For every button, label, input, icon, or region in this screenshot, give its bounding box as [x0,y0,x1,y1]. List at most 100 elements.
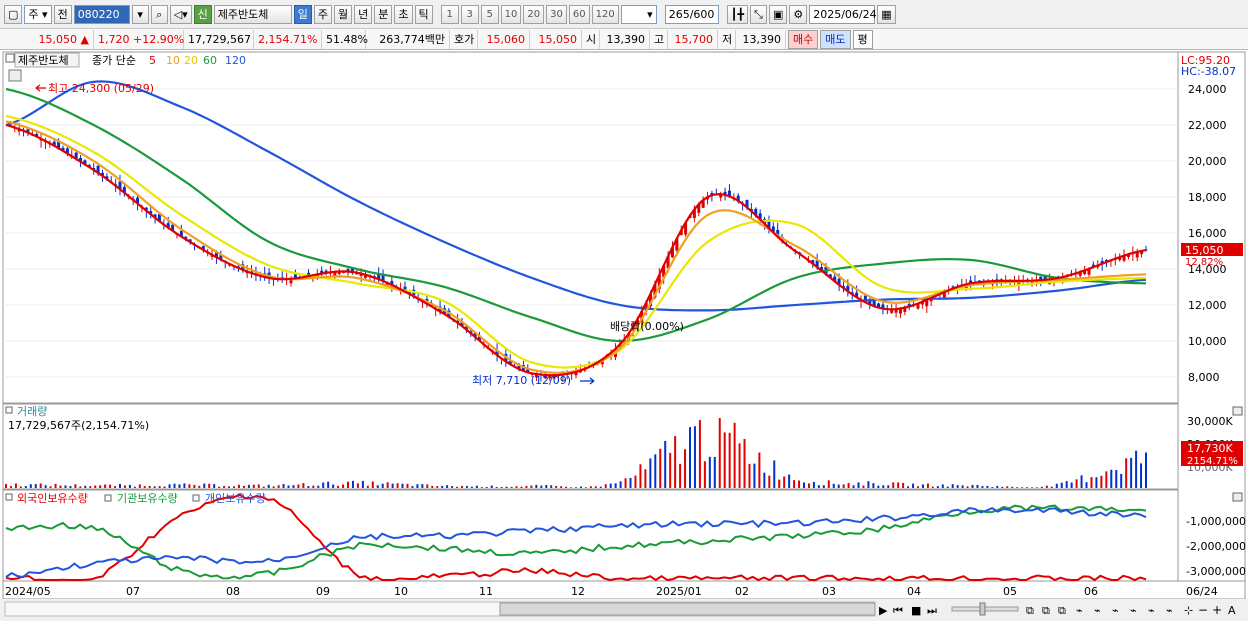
custom-interval-input[interactable]: ▾ [620,4,657,24]
window-icon[interactable]: ▢ [4,4,23,24]
date-input[interactable]: 2025/06/24 [809,4,877,24]
calculator-icon[interactable] [8,69,22,82]
x-tick: 02 [735,585,749,598]
volume-bar [550,485,553,488]
tab-year[interactable]: 년 [354,4,373,24]
interval-3[interactable]: 3 [460,4,479,24]
volume-bar [109,484,112,488]
holdings-panel-close-icon[interactable] [1232,492,1243,502]
new-badge[interactable]: 신 [193,4,212,24]
sound-icon[interactable]: ◁▾ [169,4,192,24]
volume-bar [1115,469,1118,488]
volume-bar [1105,471,1108,488]
interval-20[interactable]: 20 [523,4,545,24]
zoom-out-icon[interactable]: − [1198,603,1208,617]
zoom-in-icon[interactable]: + [1212,603,1222,617]
sell-button[interactable]: 매도 [820,29,851,49]
volume-bar [579,486,582,488]
chart-type-icon[interactable]: ⌁ [1130,604,1137,617]
x-tick: 03 [822,585,836,598]
x-tick: 2025/01 [656,585,702,598]
tab-tick[interactable]: 틱 [414,4,433,24]
volume-bar [386,482,389,488]
flat-button[interactable]: 평 [852,29,873,49]
volume-bar [966,486,969,488]
volume-value-label: 17,729,567주(2,154.71%) [8,419,149,432]
stock-code-input[interactable]: 080220 [73,4,130,24]
volume-bar [24,486,27,488]
volume-panel-close-icon[interactable] [1232,406,1243,416]
volume-bar [897,482,900,488]
chart-type-icon[interactable]: ⌁ [1076,604,1083,617]
layout-icon[interactable]: ⧉ [1058,604,1066,617]
tab-minute[interactable]: 분 [374,4,393,24]
volume-bar [832,483,835,488]
volume-bar [361,480,364,488]
text-tool-icon[interactable]: A [1228,604,1236,617]
chart-type-icon[interactable]: ⌁ [1112,604,1119,617]
volume-bar [758,452,761,488]
volume-bar [173,483,176,488]
chart-svg[interactable]: 제주반도체 종가 단순 5 10 20 60 120 LC:95.20 HC:-… [0,50,1248,621]
volume-bar [153,486,156,488]
period-type-select[interactable]: 주 ▾ [24,4,52,24]
interval-1[interactable]: 1 [440,4,459,24]
scroll-right-icon[interactable]: ▶ [879,604,888,617]
volume-bar [540,485,543,488]
volume-bar [262,486,265,488]
volume-bar [644,469,647,488]
bar-count-field[interactable]: 265/600 [664,4,719,24]
interval-5[interactable]: 5 [480,4,499,24]
volume-bar [287,485,290,488]
volume-bar [1100,475,1103,488]
draw-tools-icon[interactable]: ⤡ [749,4,767,24]
volume-bar [233,486,235,488]
volume-bar [337,485,340,488]
volume-bar [703,461,706,488]
x-tick: 04 [907,585,921,598]
tab-month[interactable]: 월 [334,4,353,24]
x-tick: 07 [126,585,140,598]
quote-bar: 15,050 ▲ 1,720 +12.90% 17,729,567 2,154.… [0,29,1248,50]
volume-bar [981,486,984,488]
volume-bar [986,485,989,488]
candle-icon[interactable]: ┃╋ [726,4,748,24]
layout-icon[interactable]: ⧉ [1042,604,1050,617]
interval-60[interactable]: 60 [568,4,590,24]
chart-type-icon[interactable]: ⌁ [1148,604,1155,617]
holdings-tick: -3,000,000 [1186,565,1246,578]
chart-type-icon[interactable]: ⌁ [1166,604,1173,617]
price-tick: 12,000 [1188,299,1227,312]
volume-bar [1090,477,1093,488]
tab-week[interactable]: 주 [313,4,333,24]
interval-30[interactable]: 30 [546,4,567,24]
prev-button[interactable]: 전 [53,4,72,24]
volume-bar [158,486,161,488]
current-price: 15,050 [38,32,78,46]
save-icon[interactable]: ▣ [768,4,788,24]
interval-10[interactable]: 10 [500,4,522,24]
volume-bar [148,485,151,488]
crosshair-icon[interactable]: ⊹ [1184,604,1193,617]
interval-120[interactable]: 120 [591,4,619,24]
buy-button[interactable]: 매수 [788,29,819,49]
search-icon[interactable]: ⌕ [150,4,168,24]
layout-icon[interactable]: ⧉ [1026,604,1034,617]
tab-day[interactable]: 일 [293,4,312,24]
calendar-icon[interactable]: ▦ [877,4,896,24]
scroll-end-icon[interactable]: ⏭ [927,604,937,617]
scrollbar-thumb[interactable] [499,602,876,616]
stop-icon[interactable]: ■ [911,604,921,617]
scroll-start-icon[interactable]: ⏮ [893,604,903,617]
zoom-slider-handle[interactable] [979,602,986,616]
chart-type-icon[interactable]: ⌁ [1094,604,1101,617]
tab-second[interactable]: 초 [394,4,413,24]
dropdown-arrow-icon[interactable]: ▾ [131,4,149,24]
change-percent: +12.90% [133,32,185,46]
gear-icon[interactable]: ⚙ [789,4,808,24]
ma-legend-60: 60 [203,54,217,67]
volume-bar [292,485,295,488]
volume-bar [803,482,805,488]
volume-bar [996,485,999,488]
volume-bar [1001,486,1004,488]
